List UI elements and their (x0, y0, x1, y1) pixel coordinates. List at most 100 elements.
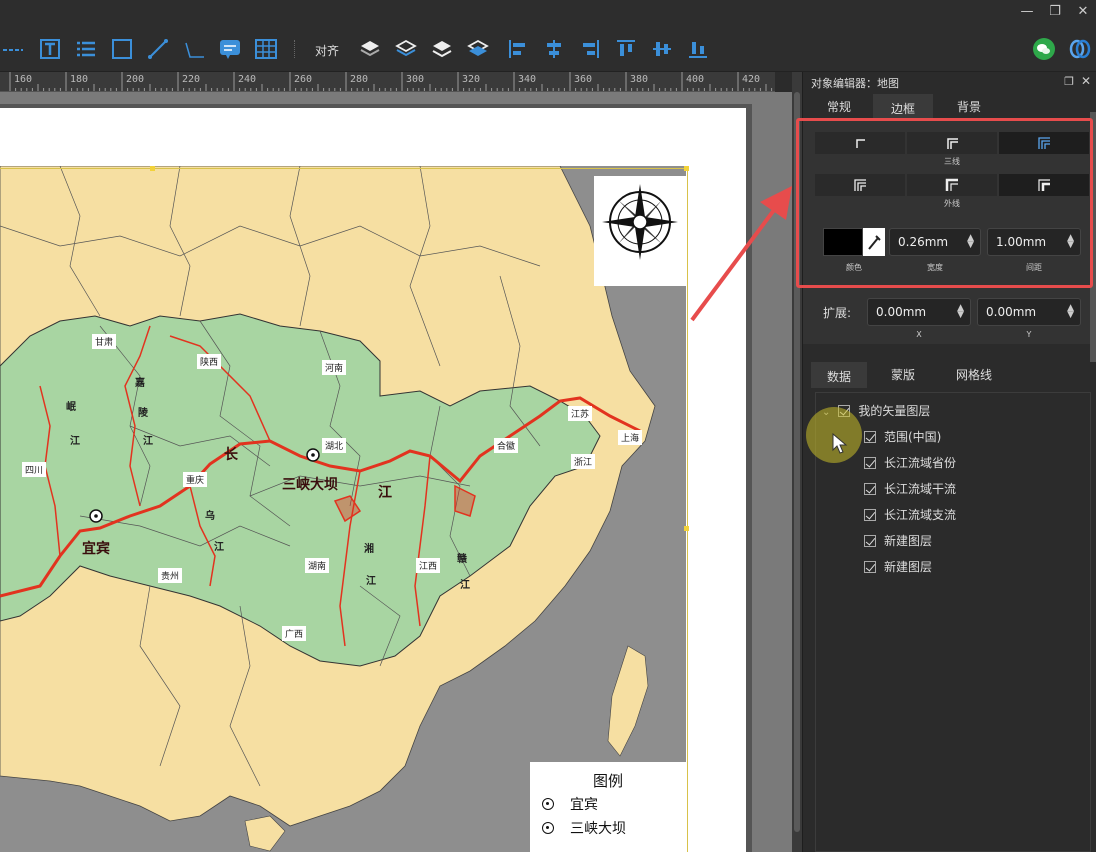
legend-item-label: 宜宾 (570, 797, 598, 813)
align-center-h-icon[interactable] (542, 37, 566, 61)
map-label-henan: 河南 (322, 360, 347, 375)
restore-icon[interactable]: ❐ (1044, 3, 1066, 21)
map-label-zhejiang: 浙江 (571, 454, 596, 469)
align-bottom-icon[interactable] (686, 37, 710, 61)
link-logo-icon[interactable] (1068, 37, 1092, 61)
angle-line-tool-icon[interactable] (182, 37, 206, 61)
map-label-jiangxi: 江西 (416, 558, 441, 573)
tab-border[interactable]: 边框 (873, 94, 933, 120)
river-label: 陵 (138, 408, 148, 419)
layer-label: 长江流域支流 (884, 508, 957, 522)
align-right-icon[interactable] (578, 37, 602, 61)
city-symbol-sanxia (306, 448, 320, 462)
cursor-highlight (806, 407, 862, 463)
ruler-ticks (9, 72, 773, 91)
resize-handle[interactable] (150, 166, 155, 171)
map-label-yibin: 宜宾 (82, 541, 110, 557)
legend-item-sanxia: 三峡大坝 (542, 818, 626, 838)
tab-data[interactable]: 数据 (811, 362, 867, 388)
city-symbol-icon (542, 798, 554, 810)
extend-x-label: X (916, 330, 922, 339)
river-label-yangtze: 长 (224, 447, 238, 463)
city-symbol-yibin (89, 509, 103, 523)
extend-x-stepper[interactable]: 0.00mm ▲ ▼ (867, 298, 971, 326)
tab-general[interactable]: 常规 (811, 94, 867, 120)
bring-forward-icon[interactable] (394, 37, 418, 61)
river-label: 江 (460, 580, 470, 591)
legend-item-yibin: 宜宾 (542, 794, 598, 814)
layer-checkbox[interactable] (864, 431, 876, 443)
extend-label: 扩展: (823, 306, 852, 320)
layer-checkbox[interactable] (864, 561, 876, 573)
extend-y-value: 0.00mm (986, 305, 1037, 319)
layer-item[interactable]: 长江流域支流 (864, 505, 956, 525)
mouse-cursor-icon (832, 433, 848, 454)
layer-item[interactable]: 范围(中国) (864, 427, 941, 447)
rectangle-tool-icon[interactable] (110, 37, 134, 61)
table-tool-icon[interactable] (254, 37, 278, 61)
spin-arrows-icon[interactable]: ▲ ▼ (1067, 304, 1074, 320)
layer-item[interactable]: 长江流域省份 (864, 453, 956, 473)
wechat-icon[interactable] (1032, 37, 1056, 61)
title-bar: — ❐ ✕ (0, 0, 1096, 26)
legend-title: 图例 (592, 772, 623, 790)
river-label: 乌 (205, 511, 215, 522)
yangtze-basin-map[interactable] (0, 166, 686, 852)
layer-checkbox[interactable] (864, 457, 876, 469)
canvas-area[interactable]: 甘肃 陕西 河南 湖北 合徽 江苏 上海 浙江 四川 重庆 贵州 湖南 江西 广… (0, 92, 792, 852)
spin-arrows-icon[interactable]: ▲ ▼ (957, 304, 964, 320)
layer-label: 范围(中国) (884, 430, 942, 444)
send-back-icon[interactable] (466, 37, 490, 61)
river-label: 嘉 (135, 378, 145, 389)
align-center-v-icon[interactable] (650, 37, 674, 61)
river-label: 湘 (364, 544, 374, 555)
map-label-shanghai: 上海 (618, 430, 643, 445)
extend-y-label: Y (1026, 330, 1032, 339)
layer-item[interactable]: 新建图层 (864, 531, 932, 551)
minimize-icon[interactable]: — (1016, 3, 1038, 21)
layer-root-label: 我的矢量图层 (858, 404, 931, 418)
extend-y-stepper[interactable]: 0.00mm ▲ ▼ (977, 298, 1081, 326)
tab-background[interactable]: 背景 (939, 94, 999, 120)
legend-box[interactable]: 图例 宜宾 三峡大坝 (530, 762, 686, 852)
app-window: — ❐ ✕ 对齐 160 180 200 220 240 260 280 300… (0, 0, 1096, 852)
compass-rose-icon (602, 184, 678, 260)
layer-checkbox[interactable] (864, 483, 876, 495)
layer-label: 新建图层 (884, 534, 933, 548)
layer-item[interactable]: 长江流域干流 (864, 479, 956, 499)
highlight-box (796, 118, 1093, 288)
resize-handle[interactable] (684, 526, 689, 531)
layer-checkbox[interactable] (864, 535, 876, 547)
tab-mask[interactable]: 蒙版 (873, 362, 933, 388)
align-top-icon[interactable] (614, 37, 638, 61)
map-label-hubei: 湖北 (322, 438, 347, 453)
close-icon[interactable]: ✕ (1072, 3, 1094, 21)
toolbar: 对齐 (0, 26, 1096, 72)
text-tool-icon[interactable] (38, 37, 62, 61)
send-backward-icon[interactable] (430, 37, 454, 61)
align-left-icon[interactable] (506, 37, 530, 61)
float-panel-icon[interactable]: ❐ (1064, 75, 1074, 88)
city-symbol-icon (542, 822, 554, 834)
comment-tool-icon[interactable] (218, 37, 242, 61)
line-tool-icon[interactable] (2, 37, 26, 61)
river-label-yangtze: 江 (378, 485, 392, 501)
list-tool-icon[interactable] (74, 37, 98, 61)
bottom-tabs: 数据 蒙版 网格线 (811, 362, 1091, 388)
map-label-shaanxi: 陕西 (197, 354, 222, 369)
map-label-chongqing: 重庆 (183, 472, 208, 487)
compass-box[interactable] (594, 176, 686, 286)
river-label: 江 (214, 542, 224, 553)
layer-item[interactable]: 新建图层 (864, 557, 932, 577)
tab-gridlines[interactable]: 网格线 (939, 362, 1009, 388)
pen-line-tool-icon[interactable] (146, 37, 170, 61)
map-label-jiangsu: 江苏 (568, 406, 593, 421)
panel-title: 对象编辑器：地图 (811, 77, 899, 90)
legend-item-label: 三峡大坝 (570, 821, 626, 837)
river-label: 江 (366, 576, 376, 587)
close-panel-icon[interactable]: ✕ (1081, 74, 1091, 88)
layer-checkbox[interactable] (864, 509, 876, 521)
bring-front-icon[interactable] (358, 37, 382, 61)
map-label-hunan: 湖南 (305, 558, 330, 573)
resize-handle[interactable] (684, 166, 689, 171)
